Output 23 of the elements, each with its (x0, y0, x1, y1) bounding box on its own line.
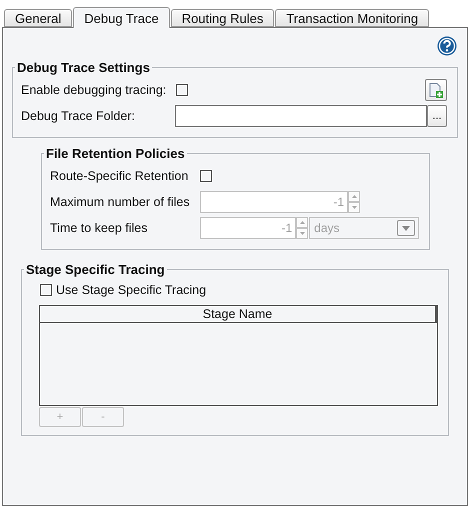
tab[interactable]: Transaction Monitoring (275, 9, 430, 27)
tab[interactable]: Routing Rules (170, 9, 274, 27)
field-label: Enable debugging tracing: (21, 83, 168, 97)
field-label: Time to keep files (50, 221, 148, 235)
checkbox[interactable] (40, 284, 52, 296)
tab[interactable]: General (4, 9, 72, 27)
new-file-button[interactable] (425, 79, 447, 101)
group-title: Debug Trace Settings (16, 60, 151, 75)
column-header[interactable]: Stage Name (40, 306, 437, 323)
tab[interactable]: Debug Trace (73, 7, 170, 28)
add-document-icon (429, 82, 443, 98)
group-title: File Retention Policies (45, 146, 186, 161)
checkbox[interactable] (176, 84, 188, 96)
field-label: Debug Trace Folder: (21, 109, 136, 123)
field-label: Maximum number of files (50, 195, 191, 209)
caret-icon (402, 226, 410, 230)
browse-button[interactable]: ... (427, 105, 447, 127)
folder-input[interactable] (175, 105, 427, 127)
checkbox-label: Use Stage Specific Tracing (56, 283, 206, 297)
group-title: Stage Specific Tracing (25, 262, 166, 277)
help-icon[interactable] (437, 36, 457, 56)
checkbox[interactable] (200, 170, 212, 182)
field-label: Route-Specific Retention (50, 169, 190, 183)
